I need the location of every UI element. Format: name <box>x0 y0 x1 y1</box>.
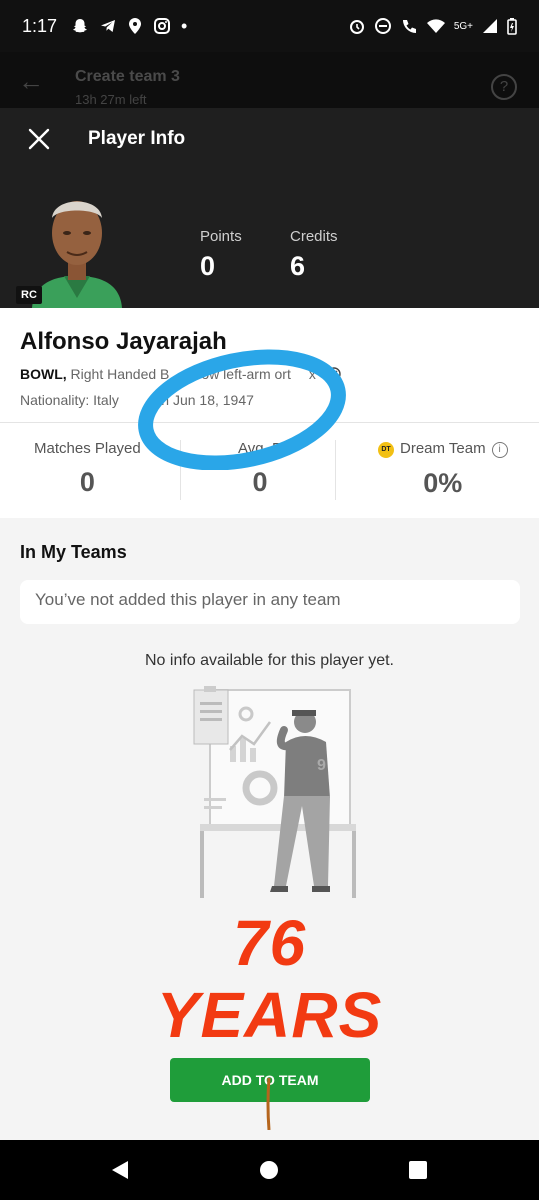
in-my-teams-empty: You’ve not added this player in any team <box>20 580 520 624</box>
navigation-bar <box>0 1140 539 1200</box>
in-my-teams-title: In My Teams <box>20 542 127 562</box>
info-icon[interactable]: i <box>491 442 508 458</box>
player-info-body: Alfonso Jayarajah BOWL, Right Handed B ow… <box>0 308 539 1140</box>
status-bar: 1:17 • 5G+ <box>0 0 539 52</box>
wifi-icon <box>426 19 445 33</box>
dream-team-label-row: DT Dream Team i <box>378 440 508 458</box>
player-style: Right Handed B <box>70 366 170 382</box>
app-subtitle: 13h 27m left <box>75 92 147 107</box>
points-label: Points <box>200 228 242 245</box>
nav-back-icon[interactable] <box>110 1160 130 1180</box>
help-icon[interactable]: ? <box>491 74 517 100</box>
call-icon <box>402 20 416 33</box>
age-overlay-word: YEARS <box>156 979 383 1051</box>
notification-icons: • <box>71 16 187 37</box>
role-badge: RC <box>16 286 42 304</box>
player-role: BOWL, <box>20 366 67 382</box>
dream-team-icon: DT <box>378 442 394 458</box>
battery-icon <box>507 18 517 35</box>
brush-mark <box>266 1078 271 1130</box>
points-value: 0 <box>200 251 216 281</box>
matches-played-value: 0 <box>79 467 95 497</box>
snapchat-icon <box>73 19 88 33</box>
age-overlay-number: 76 <box>232 907 307 979</box>
signal-icon <box>483 19 497 33</box>
system-icons: 5G+ <box>348 17 517 35</box>
nav-home-icon[interactable] <box>260 1161 278 1179</box>
points-stat: Points 0 <box>200 228 242 282</box>
credits-value: 6 <box>290 251 306 281</box>
player-style-tail: x <box>308 366 316 382</box>
credits-stat: Credits 6 <box>290 228 338 282</box>
alarm-icon <box>349 20 364 34</box>
close-icon[interactable] <box>22 122 56 156</box>
status-time: 1:17 <box>22 15 58 36</box>
app-title: Create team 3 <box>75 68 180 85</box>
network-label: 5G+ <box>453 20 473 32</box>
divider <box>335 440 336 500</box>
player-info-header: Player Info RC Points 0 Credits 6 <box>0 108 539 308</box>
player-card: Alfonso Jayarajah BOWL, Right Handed B ow… <box>0 308 539 518</box>
divider <box>0 422 539 423</box>
instagram-icon <box>154 18 171 34</box>
dream-team-label: Dream Team <box>400 440 486 457</box>
app-header: ← Create team 3 13h 27m left ? <box>0 52 539 108</box>
dnd-icon <box>374 18 391 34</box>
player-nationality: Nationality: Italy <box>20 392 119 408</box>
matches-played-stat: Matches Played 0 <box>34 440 141 498</box>
avg-points-value: 0 <box>252 467 268 497</box>
bowling-icon <box>327 367 341 381</box>
divider <box>180 440 181 500</box>
player-style-rest: ow left-arm ort <box>201 366 291 382</box>
svg-text:9: 9 <box>317 757 326 774</box>
avg-points-label: Avg. P <box>238 440 282 457</box>
player-born: orn Jun 18, 1947 <box>148 392 254 408</box>
analyst-illustration: 9 <box>193 686 356 898</box>
dot-icon: • <box>181 15 188 36</box>
dream-team-stat[interactable]: DT Dream Team i 0% <box>378 440 508 499</box>
player-name: Alfonso Jayarajah <box>20 328 227 355</box>
nav-recents-icon[interactable] <box>409 1161 427 1179</box>
sheet-title: Player Info <box>88 128 186 149</box>
matches-played-label: Matches Played <box>34 440 141 457</box>
back-arrow-icon[interactable]: ← <box>18 66 44 97</box>
player-bio-line: Nationality: Italy orn Jun 18, 1947 <box>20 392 254 408</box>
credits-label: Credits <box>290 228 338 245</box>
location-icon <box>129 18 142 34</box>
avg-points-stat: Avg. P 0 <box>220 440 300 498</box>
player-role-line: BOWL, Right Handed B ow left-arm ort x <box>20 366 342 382</box>
dream-team-value: 0% <box>423 468 463 498</box>
telegram-icon <box>101 20 116 32</box>
no-info-message: No info available for this player yet. <box>144 652 394 669</box>
